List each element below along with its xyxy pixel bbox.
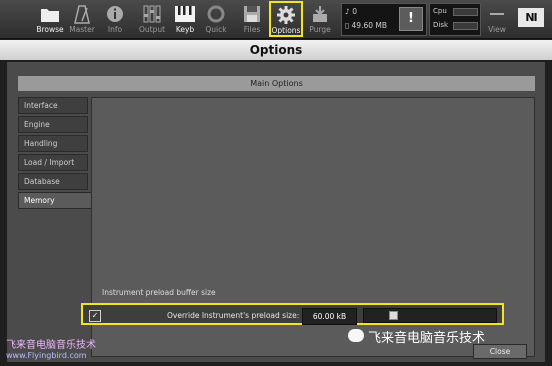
- quick-button[interactable]: Quick: [203, 2, 229, 36]
- watermark-right: 飞来音电脑音乐技术: [368, 331, 486, 346]
- watermark-left: 飞来音电脑音乐技术 www.Flyingbird.com: [6, 336, 96, 360]
- purge-icon: [313, 6, 327, 22]
- purge-button[interactable]: Purge: [306, 2, 334, 36]
- memory-panel: Instrument preload buffer size ✓ Overrid…: [81, 97, 535, 357]
- voices-count: 0: [352, 7, 357, 16]
- section-label: Instrument preload buffer size: [102, 288, 216, 297]
- info-icon: [107, 6, 123, 22]
- quick-label: Quick: [205, 25, 227, 34]
- tab-load-import[interactable]: Load / Import: [18, 154, 88, 171]
- memory-row: ▯ 49.60 MB: [345, 21, 387, 30]
- browse-label: Browse: [36, 25, 64, 34]
- cpu-label: Cpu: [433, 7, 447, 15]
- folder-icon: [41, 9, 59, 22]
- faders-icon: [143, 5, 161, 23]
- keyboard-label: Keyb: [175, 25, 195, 34]
- preload-size-field[interactable]: 60.00 kB: [302, 308, 357, 325]
- options-title: Options: [0, 40, 552, 60]
- cpu-bar: [453, 8, 478, 16]
- files-button[interactable]: Files: [238, 2, 266, 36]
- browse-button[interactable]: Browse: [34, 2, 66, 36]
- wechat-icon: [348, 329, 364, 342]
- options-button[interactable]: Options: [269, 1, 303, 37]
- tab-interface[interactable]: Interface: [18, 97, 88, 114]
- output-button[interactable]: Output: [137, 2, 167, 36]
- tab-handling[interactable]: Handling: [18, 135, 88, 152]
- keyboard-icon: [175, 6, 195, 22]
- purge-label: Purge: [309, 25, 331, 34]
- override-label: Override Instrument's preload size:: [167, 311, 300, 320]
- close-button[interactable]: Close: [473, 344, 527, 359]
- disk-label: Disk: [433, 21, 449, 29]
- preload-size-slider[interactable]: [363, 308, 497, 323]
- view-icon: [490, 13, 504, 15]
- floppy-icon: [244, 6, 260, 22]
- watermark-left-url: www.Flyingbird.com: [6, 351, 87, 360]
- master-label: Master: [69, 25, 95, 34]
- tab-database[interactable]: Database: [18, 173, 88, 190]
- files-label: Files: [243, 25, 261, 34]
- warning-button[interactable]: !: [399, 7, 423, 31]
- quick-icon: [207, 5, 225, 23]
- tab-memory[interactable]: Memory: [18, 192, 91, 209]
- info-label: Info: [107, 25, 123, 34]
- disk-bar: [453, 22, 478, 30]
- memory-icon: ▯: [345, 21, 350, 30]
- view-label: View: [488, 25, 506, 34]
- preload-override-row: ✓ Override Instrument's preload size: 60…: [81, 303, 504, 325]
- main-options-header: Main Options: [18, 76, 535, 91]
- info-button[interactable]: Info: [102, 2, 128, 36]
- voices-icon: ♪: [345, 7, 350, 16]
- voices-row: ♪ 0: [345, 7, 357, 16]
- cpu-disk-meter: Cpu Disk: [429, 3, 481, 36]
- view-button[interactable]: View: [485, 2, 509, 36]
- output-label: Output: [138, 25, 166, 34]
- main-toolbar: Browse Master Info Output Keyb Quick Fil…: [0, 0, 552, 39]
- tab-engine[interactable]: Engine: [18, 116, 88, 133]
- options-label: Options: [271, 26, 301, 35]
- master-button[interactable]: Master: [68, 2, 96, 36]
- keyboard-button[interactable]: Keyb: [171, 2, 199, 36]
- memory-value: 49.60 MB: [351, 21, 388, 30]
- slider-handle[interactable]: [389, 311, 398, 320]
- gear-icon: [277, 6, 295, 24]
- options-window: Main Options Interface Engine Handling L…: [7, 62, 545, 362]
- watermark-left-title: 飞来音电脑音乐技术: [6, 340, 96, 351]
- override-checkbox[interactable]: ✓: [89, 310, 101, 322]
- metronome-icon: [74, 5, 90, 24]
- ni-logo: NI: [518, 8, 544, 27]
